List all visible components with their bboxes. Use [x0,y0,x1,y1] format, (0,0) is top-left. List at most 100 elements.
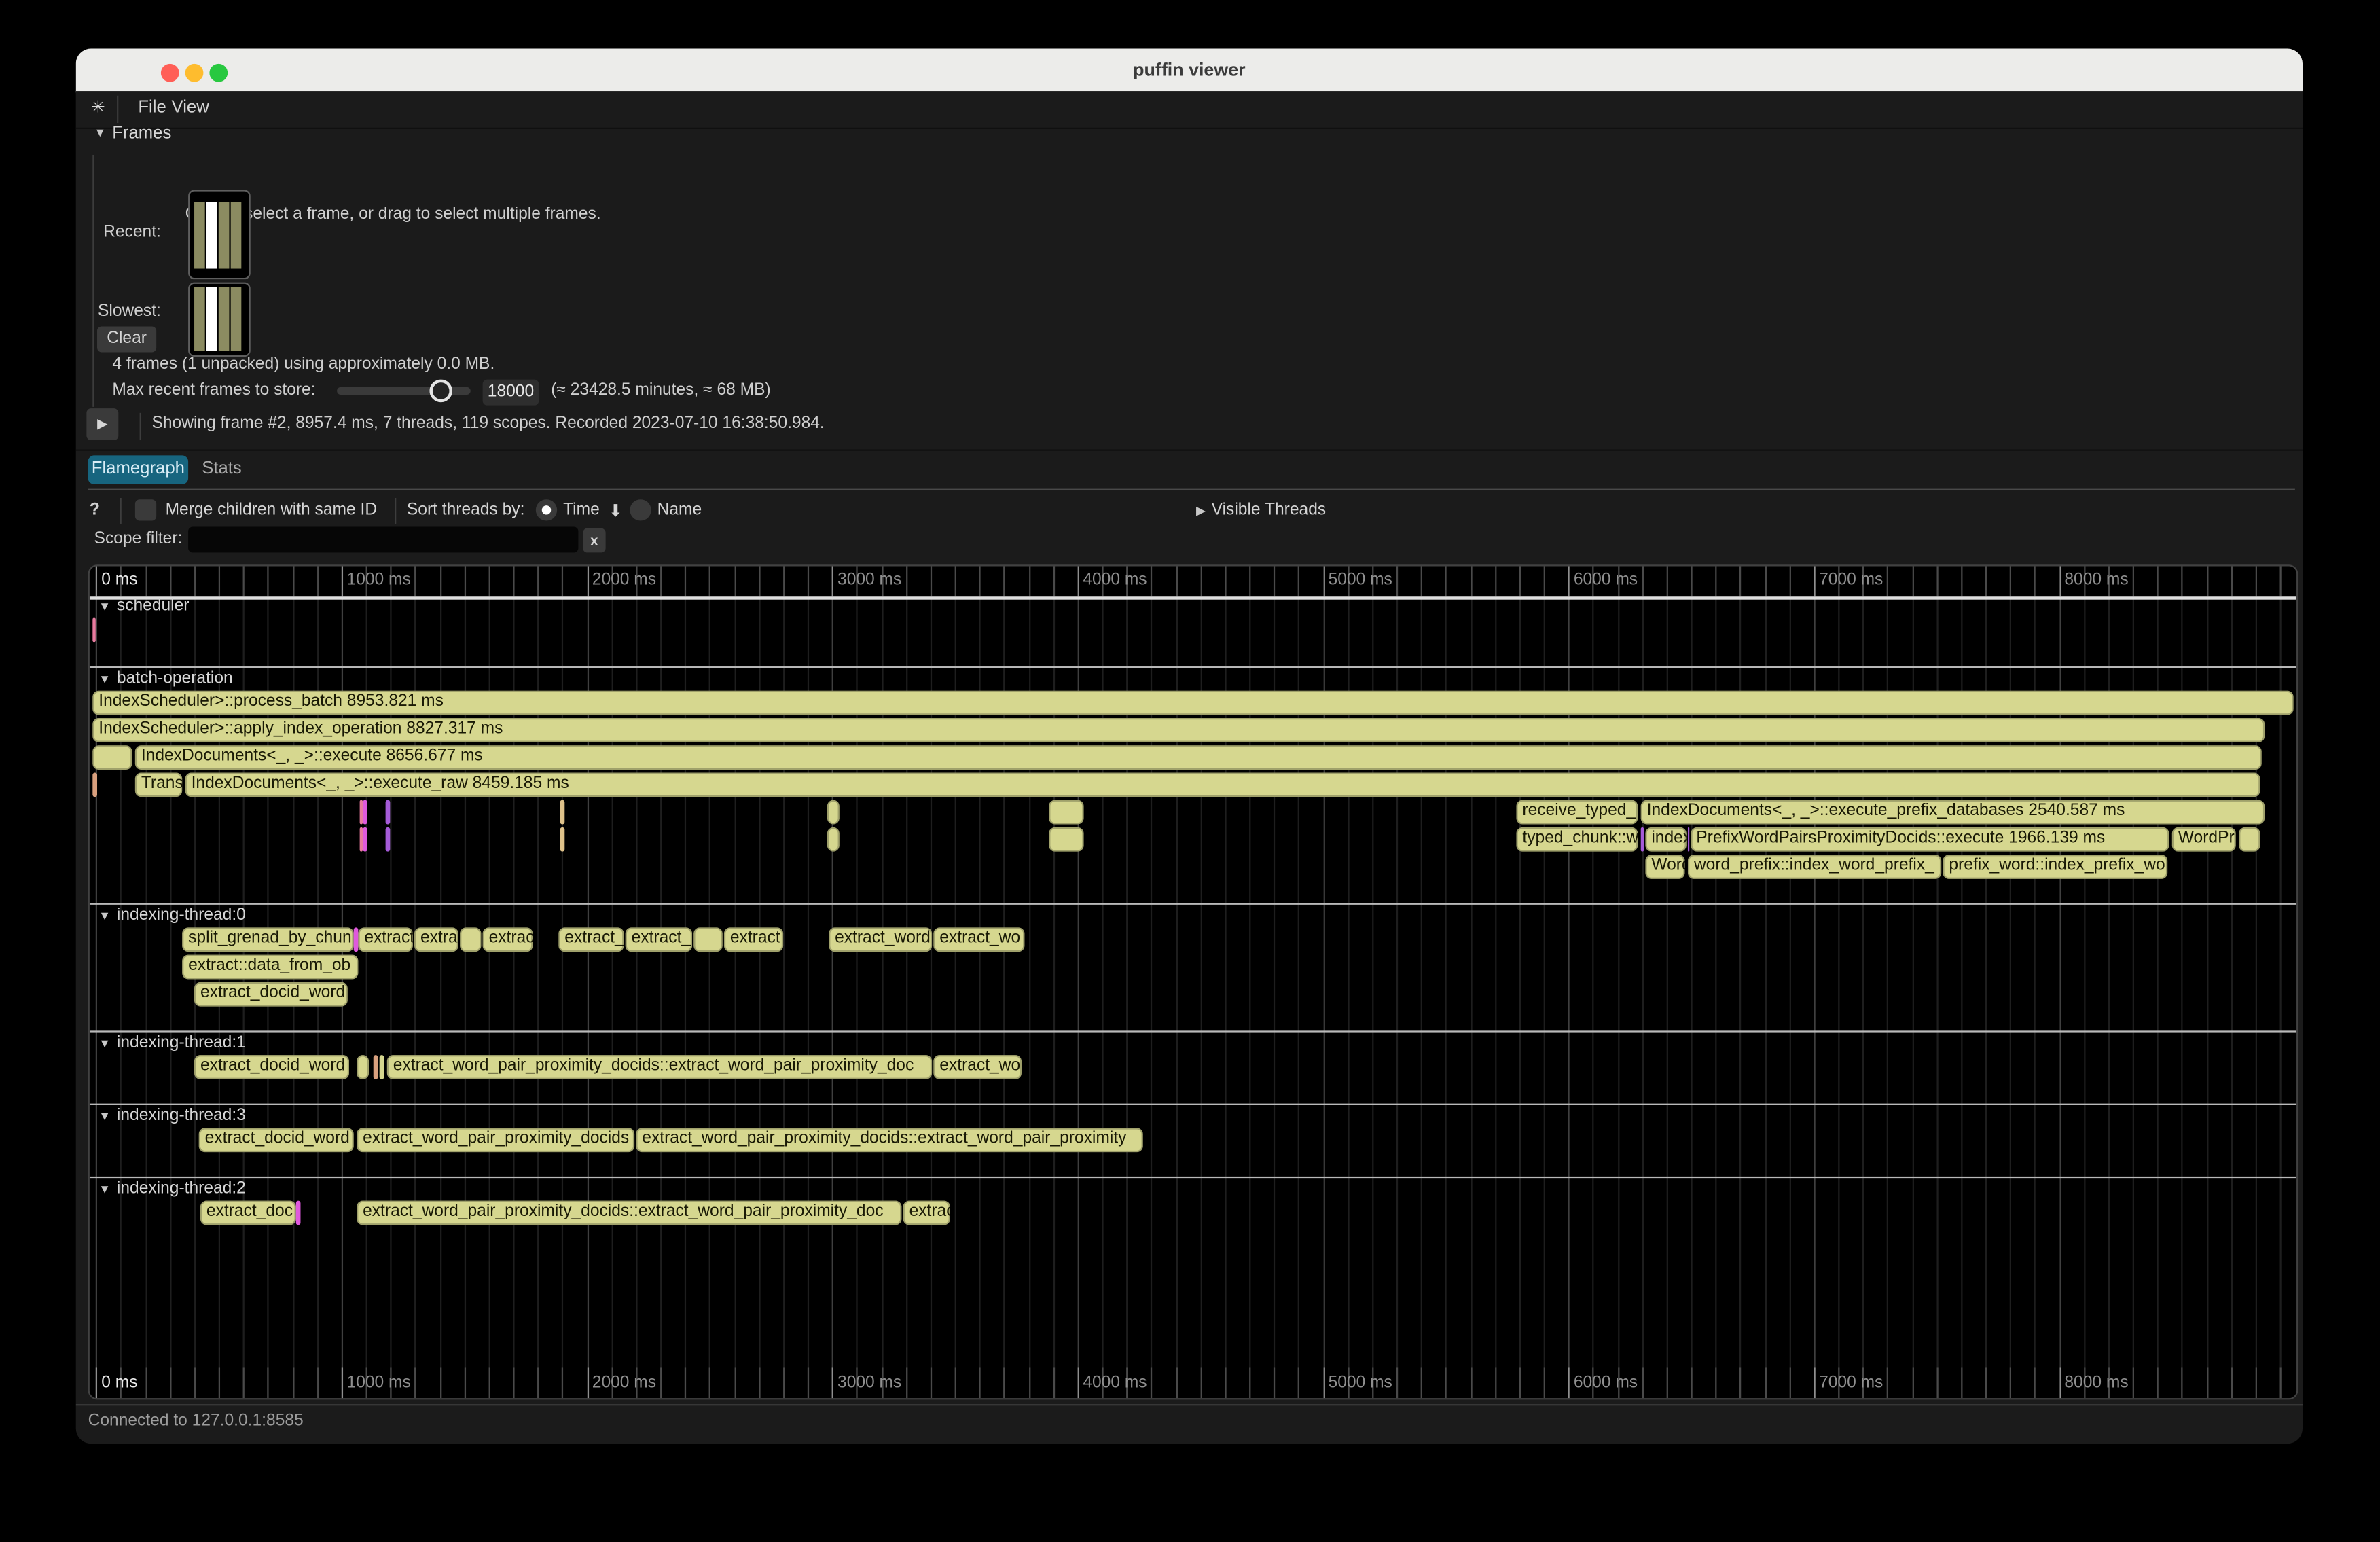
timeline-tick [1077,567,1079,597]
play-button[interactable]: ▶ [86,408,118,440]
tab-stats[interactable]: Stats [202,460,242,478]
max-frames-note: (≈ 23428.5 minutes, ≈ 68 MB) [551,381,771,399]
scope-bar[interactable]: IndexDocuments<_, _>::execute_prefix_dat… [1641,800,2265,825]
help-button[interactable]: ? [90,501,100,519]
menu-file[interactable]: File [138,98,166,117]
scope-bar[interactable]: index [1645,827,1686,852]
timeline-tick [1912,1367,1913,1398]
scope-bar[interactable]: extrac [903,1201,950,1225]
timeline-label: 8000 ms [2064,1374,2128,1392]
scope-bar[interactable]: extract_word_pair_proximity_docids::extr… [387,1055,932,1079]
scope-bar[interactable] [386,800,390,825]
scope-bar[interactable] [1049,800,1083,825]
scope-bar[interactable]: extra [414,927,458,952]
slowest-frames-preview[interactable] [187,282,250,357]
slider-knob[interactable] [429,380,452,403]
scope-bar[interactable]: extract_doc [200,1201,296,1225]
scope-bar[interactable]: word_prefix::index_word_prefix_ [1688,855,1941,879]
scope-bar[interactable] [827,800,840,825]
visible-threads-header[interactable]: ▶Visible Threads [1196,501,1326,519]
scope-bar[interactable]: extract_ [558,927,624,952]
sort-name-label[interactable]: Name [657,501,702,519]
timeline-tick [1912,567,1913,597]
sort-time-label[interactable]: Time [563,501,600,519]
scope-bar[interactable]: PrefixWordPairsProximityDocids::execute … [1690,827,2169,852]
thread-header-scheduler[interactable]: ▼scheduler [98,596,189,615]
scope-bar[interactable] [2239,827,2260,852]
thread-header-batch-operation[interactable]: ▼batch-operation [98,670,232,688]
scope-bar[interactable]: extrac [483,927,533,952]
scope-bar[interactable] [1687,827,1689,852]
thread-header-indexing-thread-3[interactable]: ▼indexing-thread:3 [98,1107,246,1125]
timeline-tick [587,567,588,597]
thread-header-indexing-thread-0[interactable]: ▼indexing-thread:0 [98,906,246,925]
scope-bar[interactable] [296,1201,301,1225]
scope-bar[interactable]: typed_chunk::w [1516,827,1638,852]
scope-bar[interactable]: Trans [135,772,182,797]
scope-filter-input[interactable] [188,526,578,552]
scope-bar[interactable]: IndexDocuments<_, _>::execute_raw 8459.1… [185,772,2260,797]
scope-bar[interactable] [1049,827,1083,852]
scope-bar[interactable]: extract_docid_word [194,982,348,1007]
scope-bar[interactable]: extract_word_pair_proximity_docids [357,1128,634,1152]
tab-flamegraph[interactable]: Flamegraph [88,455,188,484]
scope-bar[interactable] [363,827,367,852]
timeline-label: 5000 ms [1329,1374,1392,1392]
timeline-tick [685,567,686,597]
sort-direction-arrow-icon[interactable]: ⬇ [609,501,623,520]
scope-bar[interactable] [693,927,722,952]
scope-bar[interactable]: extract::data_from_ob [182,955,358,980]
max-frames-value[interactable]: 18000 [483,380,539,406]
thread-header-indexing-thread-1[interactable]: ▼indexing-thread:1 [98,1034,246,1052]
recent-frames-preview[interactable] [187,190,250,279]
scope-bar[interactable] [374,1055,378,1079]
theme-toggle-icon[interactable]: ✳ [91,97,105,117]
scope-bar[interactable]: extract_word_pair_proximity_docids::extr… [636,1128,1142,1152]
scope-bar[interactable]: Word [1645,855,1684,879]
scope-bar[interactable] [827,827,840,852]
scope-bar[interactable] [560,827,565,852]
timeline-tick [2010,1367,2011,1398]
scope-bar[interactable]: prefix_word::index_prefix_wo [1943,855,2167,879]
scope-bar[interactable] [92,745,132,770]
thread-separator [90,666,2296,668]
frames-section-header[interactable]: ▼Frames [94,124,172,143]
scope-bar[interactable] [363,800,367,825]
scope-bar[interactable]: extract_wo [933,927,1024,952]
scope-bar[interactable]: extract_docid_word [199,1128,354,1152]
scope-bar[interactable] [560,800,565,825]
timeline-tick [1961,567,1962,597]
scope-bar[interactable] [354,927,358,952]
timeline-tick [488,567,490,597]
scope-bar[interactable]: IndexDocuments<_, _>::execute 8656.677 m… [135,745,2262,770]
scope-bar[interactable]: extract [358,927,412,952]
scope-bar[interactable] [1641,827,1644,852]
thread-header-indexing-thread-2[interactable]: ▼indexing-thread:2 [98,1179,246,1198]
scope-bar[interactable]: IndexScheduler>::process_batch 8953.821 … [92,691,2293,715]
scope-bar[interactable]: IndexScheduler>::apply_index_operation 8… [92,718,2265,742]
merge-children-checkbox[interactable] [135,499,156,520]
scope-bar[interactable]: extract_word [829,927,932,952]
scope-bar[interactable] [386,827,390,852]
scope-bar[interactable]: extract [724,927,783,952]
flamegraph-panel[interactable]: 0 ms0 ms1000 ms1000 ms2000 ms2000 ms3000… [88,564,2298,1399]
scope-bar[interactable] [92,618,96,643]
sort-threads-label: Sort threads by: [407,501,525,519]
scope-bar[interactable] [92,772,97,797]
menu-view[interactable]: View [172,98,209,117]
scope-bar[interactable]: extract_docid_word [194,1055,349,1079]
sort-name-radio[interactable] [630,499,651,520]
scope-bar[interactable]: split_grenad_by_chun [182,927,354,952]
clear-button[interactable]: Clear [97,326,156,352]
timeline-tick [1789,567,1790,597]
scope-bar[interactable]: receive_typed_ [1516,800,1638,825]
scope-bar[interactable]: extract_wo [933,1055,1022,1079]
scope-bar[interactable] [379,1055,384,1079]
clear-filter-button[interactable]: x [583,528,606,552]
scope-bar[interactable] [460,927,481,952]
scope-bar[interactable]: extract_word_pair_proximity_docids::extr… [357,1201,901,1225]
scope-bar[interactable]: WordPr [2172,827,2236,852]
scope-bar[interactable]: extract_ [626,927,692,952]
sort-time-radio[interactable] [536,499,557,520]
scope-bar[interactable] [357,1055,369,1079]
